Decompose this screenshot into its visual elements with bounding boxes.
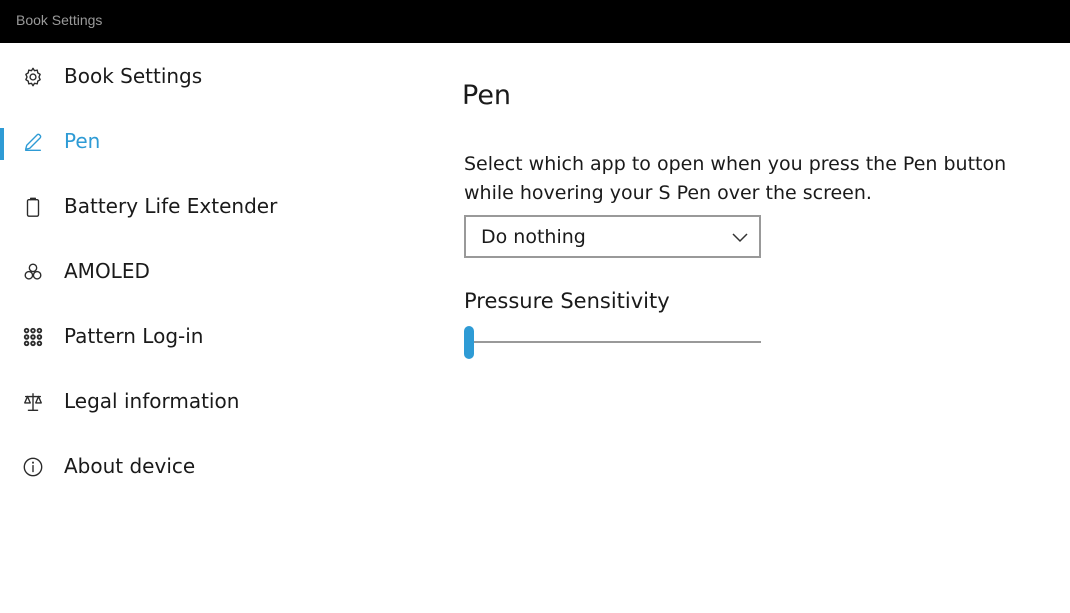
sidebar-item-about-device[interactable]: About device: [0, 443, 420, 491]
selection-indicator: [0, 128, 4, 160]
scales-icon: [21, 390, 45, 414]
selection-indicator: [0, 453, 4, 485]
selection-indicator: [0, 63, 4, 95]
title-bar: Book Settings: [0, 0, 1070, 43]
info-icon: [21, 455, 45, 479]
selection-indicator: [0, 258, 4, 290]
sidebar-item-battery-life-extender[interactable]: Battery Life Extender: [0, 183, 420, 231]
window-title: Book Settings: [16, 12, 103, 28]
main-content: Pen Select which app to open when you pr…: [462, 43, 1062, 613]
slider-thumb[interactable]: [464, 326, 474, 359]
sidebar-item-label: AMOLED: [64, 259, 150, 283]
pen-button-action-dropdown[interactable]: Do nothing: [464, 215, 761, 258]
gear-icon: [21, 65, 45, 89]
selection-indicator: [0, 193, 4, 225]
pressure-sensitivity-label: Pressure Sensitivity: [464, 289, 670, 313]
pressure-sensitivity-slider[interactable]: [464, 326, 761, 360]
sidebar-item-amoled[interactable]: AMOLED: [0, 248, 420, 296]
chevron-down-icon: [731, 228, 749, 246]
sidebar-item-label: About device: [64, 454, 196, 478]
sidebar-item-book-settings[interactable]: Book Settings: [0, 53, 420, 101]
sidebar-item-legal-information[interactable]: Legal information: [0, 378, 420, 426]
sidebar-item-label: Pen: [64, 129, 101, 153]
battery-icon: [21, 195, 45, 219]
selection-indicator: [0, 388, 4, 420]
sidebar-item-label: Book Settings: [64, 64, 203, 88]
dropdown-selected-value: Do nothing: [481, 226, 586, 248]
page-title: Pen: [462, 80, 512, 111]
pen-icon: [21, 130, 45, 154]
pattern-grid-icon: [21, 325, 45, 349]
sidebar-item-label: Battery Life Extender: [64, 194, 278, 218]
selection-indicator: [0, 323, 4, 355]
sidebar-nav: Book Settings Pen Battery Life Extender …: [0, 43, 440, 613]
pen-button-description: Select which app to open when you press …: [464, 153, 1007, 204]
sidebar-item-label: Legal information: [64, 389, 240, 413]
sidebar-item-pen[interactable]: Pen: [0, 118, 420, 166]
sidebar-item-pattern-log-in[interactable]: Pattern Log-in: [0, 313, 420, 361]
circles-icon: [21, 260, 45, 284]
slider-track: [464, 341, 761, 343]
sidebar-item-label: Pattern Log-in: [64, 324, 204, 348]
